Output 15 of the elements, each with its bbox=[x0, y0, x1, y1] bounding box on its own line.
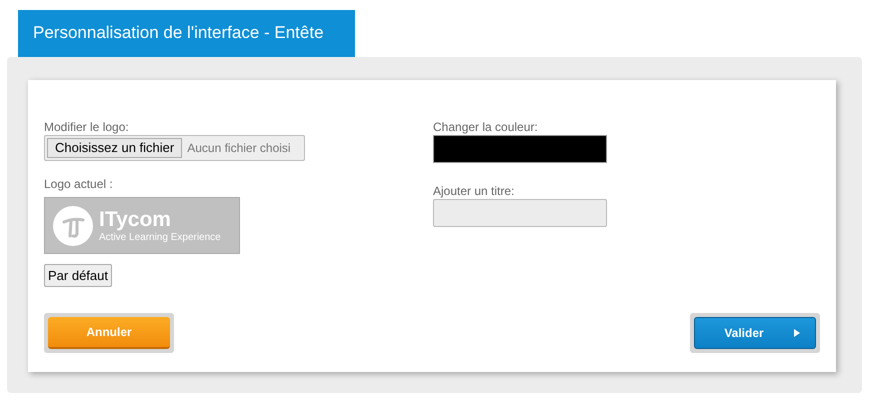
logo-tagline: Active Learning Experience bbox=[99, 232, 221, 242]
field-label: Modifier le logo: bbox=[44, 120, 130, 134]
logo-icon bbox=[53, 206, 93, 246]
header-tab[interactable]: Personnalisation de l'interface - Entête bbox=[18, 10, 355, 57]
title-input[interactable] bbox=[433, 199, 607, 227]
logo-name: ITycom bbox=[99, 208, 172, 230]
cancel-button[interactable]: Annuler bbox=[48, 317, 170, 349]
submit-button[interactable]: Valider bbox=[694, 317, 816, 349]
default-button[interactable]: Par défaut bbox=[44, 264, 112, 287]
play-icon bbox=[794, 329, 800, 337]
file-input[interactable]: Choisissez un fichier Aucun fichier choisi bbox=[44, 135, 305, 161]
field-label: Changer la couleur: bbox=[433, 120, 539, 134]
color-field[interactable] bbox=[433, 135, 607, 163]
field-label: Ajouter un titre: bbox=[433, 184, 516, 198]
field-label: Logo actuel : bbox=[44, 177, 114, 191]
